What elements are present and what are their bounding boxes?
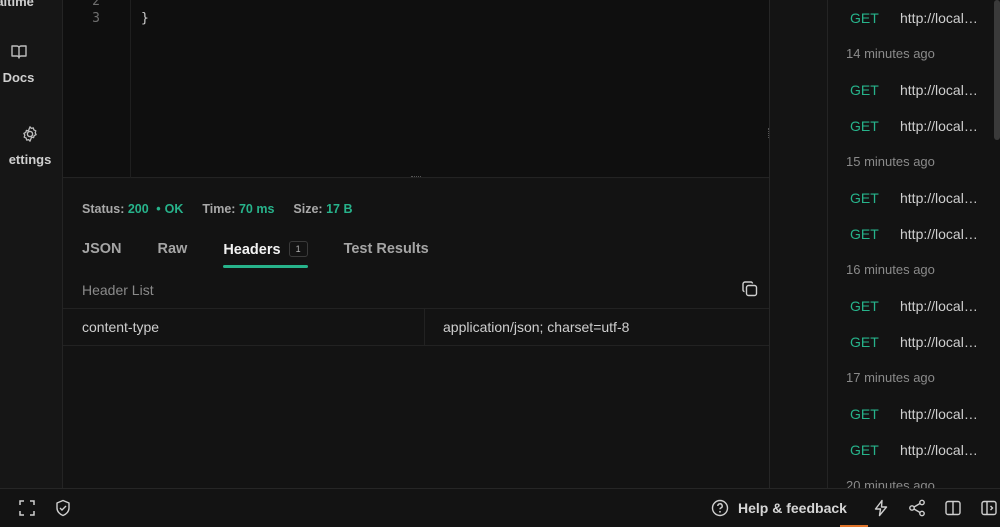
tab-label: Test Results xyxy=(343,241,429,257)
response-tabs: JSON Raw Headers 1 Test Results xyxy=(82,241,465,268)
method-label: GET xyxy=(850,298,879,314)
history-item[interactable]: GET http://localhost xyxy=(850,10,980,30)
url-label: http://localhost xyxy=(900,190,980,206)
status-text: OK xyxy=(164,202,184,216)
header-list-label: Header List xyxy=(82,282,154,298)
status-info: Status: 200 • OK xyxy=(82,202,183,216)
history-gutter xyxy=(770,0,827,488)
time-value: 70 ms xyxy=(238,202,275,216)
tab-test-results[interactable]: Test Results xyxy=(344,241,429,268)
share-icon[interactable] xyxy=(908,499,926,517)
url-label: http://localhost xyxy=(900,118,980,134)
url-label: http://localhost xyxy=(900,334,980,350)
line-number-gutter: 2 3 xyxy=(63,0,131,178)
gear-icon xyxy=(21,125,39,146)
url-label: http://localhost xyxy=(900,406,980,422)
sidebar: ealtime Docs ettings xyxy=(0,0,63,488)
history-item[interactable]: GET http://localhost xyxy=(850,298,980,318)
history-panel: GET http://localhost 14 minutes ago GET ht… xyxy=(827,0,1000,488)
header-table: content-type application/json; charset=u… xyxy=(63,308,769,346)
column-divider xyxy=(424,309,425,345)
copy-icon[interactable] xyxy=(741,280,759,298)
expand-icon[interactable] xyxy=(18,499,36,517)
history-timestamp: 14 minutes ago xyxy=(846,46,935,61)
sidebar-item-label: Docs xyxy=(2,70,35,85)
sidebar-item-settings[interactable]: ettings xyxy=(0,125,51,167)
tab-label: Headers xyxy=(223,242,281,258)
history-item[interactable]: GET http://localhost xyxy=(850,118,980,138)
url-label: http://localhost xyxy=(900,298,980,314)
book-icon xyxy=(10,43,28,64)
sidebar-toggle-icon[interactable] xyxy=(944,499,962,517)
history-timestamp: 16 minutes ago xyxy=(846,262,935,277)
count-badge: 1 xyxy=(288,241,308,257)
history-scrollbar[interactable] xyxy=(994,0,1000,140)
url-label: http://localhost xyxy=(900,10,980,26)
history-item[interactable]: GET http://localhost xyxy=(850,334,980,354)
line-number: 3 xyxy=(92,11,100,26)
status-separator: • xyxy=(156,202,161,216)
method-label: GET xyxy=(850,226,879,242)
tab-json[interactable]: JSON xyxy=(82,241,122,268)
history-timestamp: 15 minutes ago xyxy=(846,154,935,169)
header-key: content-type xyxy=(82,319,160,335)
method-label: GET xyxy=(850,334,879,350)
time-info: Time: 70 ms xyxy=(202,202,274,216)
status-code: 200 xyxy=(127,202,149,216)
tab-label: Raw xyxy=(157,241,188,257)
size-value: 17 B xyxy=(326,202,353,216)
response-meta: Status: 200 • OK Time: 70 ms Size: 17 B xyxy=(82,202,352,216)
method-label: GET xyxy=(850,406,879,422)
shield-check-icon[interactable] xyxy=(54,499,72,517)
history-timestamp: 20 minutes ago xyxy=(846,478,935,488)
url-label: http://localhost xyxy=(900,82,980,98)
history-timestamp: 17 minutes ago xyxy=(846,370,935,385)
help-icon[interactable] xyxy=(711,499,729,517)
method-label: GET xyxy=(850,118,879,134)
sidebar-item-label: ealtime xyxy=(0,0,34,9)
sidebar-item-docs[interactable]: Docs xyxy=(0,43,50,85)
status-label: Status: xyxy=(82,202,125,216)
sidebar-item-label: ettings xyxy=(8,152,52,167)
tab-label: JSON xyxy=(82,241,122,257)
method-label: GET xyxy=(850,10,879,26)
time-label: Time: xyxy=(202,202,236,216)
tab-raw[interactable]: Raw xyxy=(158,241,188,268)
code-line[interactable]: } xyxy=(141,11,149,26)
method-label: GET xyxy=(850,442,879,458)
url-label: http://localhost xyxy=(900,442,980,458)
history-item[interactable]: GET http://localhost xyxy=(850,406,980,426)
size-info: Size: 17 B xyxy=(293,202,352,216)
history-item[interactable]: GET http://localhost xyxy=(850,442,980,462)
method-label: GET xyxy=(850,82,879,98)
line-number: 2 xyxy=(92,0,100,9)
lightning-icon[interactable] xyxy=(872,499,890,517)
size-label: Size: xyxy=(293,202,323,216)
url-label: http://localhost xyxy=(900,226,980,242)
history-item[interactable]: GET http://localhost xyxy=(850,226,980,246)
history-item[interactable]: GET http://localhost xyxy=(850,190,980,210)
response-panel: Status: 200 • OK Time: 70 ms Size: 17 B J… xyxy=(63,179,769,488)
request-body-editor[interactable]: 2 3 } xyxy=(63,0,769,180)
panel-toggle-icon[interactable] xyxy=(980,499,998,517)
tab-headers[interactable]: Headers 1 xyxy=(223,241,308,268)
help-feedback-button[interactable]: Help & feedback xyxy=(738,500,847,516)
history-item[interactable]: GET http://localhost xyxy=(850,82,980,102)
bottom-bar: Help & feedback xyxy=(0,488,1000,527)
header-value: application/json; charset=utf-8 xyxy=(443,319,630,335)
method-label: GET xyxy=(850,190,879,206)
sidebar-item-realtime[interactable]: ealtime xyxy=(0,0,43,9)
